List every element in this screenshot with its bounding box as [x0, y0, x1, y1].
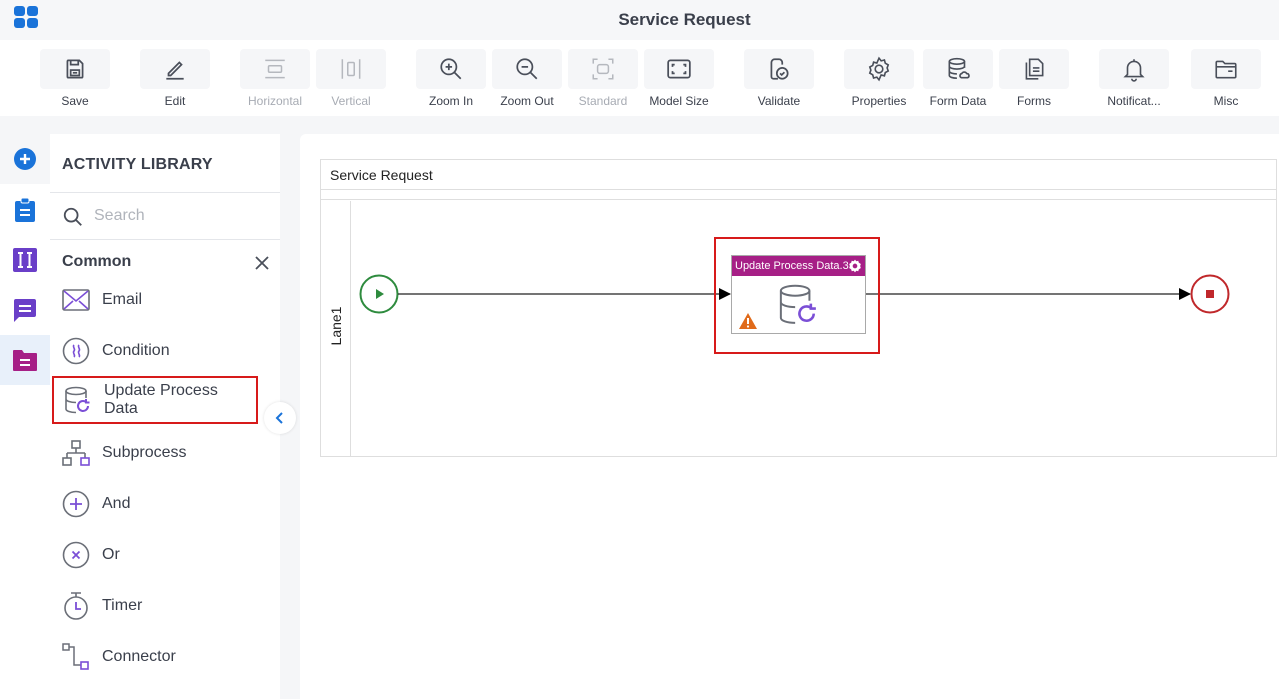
bell-icon [1123, 59, 1145, 82]
end-event[interactable] [1190, 274, 1230, 314]
horizontal-icon [265, 59, 285, 79]
vertical-label: Vertical [331, 94, 371, 108]
form-data-label: Form Data [929, 94, 987, 108]
page-title: Service Request [618, 10, 751, 29]
library-item-or[interactable]: Or [52, 531, 258, 579]
zoom-out-icon [516, 58, 538, 80]
forms-label: Forms [1017, 94, 1051, 108]
database-icon [948, 57, 970, 80]
zoom-out-label: Zoom Out [500, 94, 554, 108]
left-rail [0, 134, 50, 699]
connector-icon [62, 643, 89, 670]
toolbar: Save Edit Horizontal Vertical Zoom In Zo… [0, 40, 1279, 116]
notifications-label: Notificat... [1107, 94, 1161, 108]
validate-button[interactable]: Validate [743, 49, 815, 108]
properties-button[interactable]: Properties [843, 49, 915, 108]
rail-add-button[interactable] [0, 134, 50, 184]
comment-icon [14, 299, 36, 322]
email-icon [62, 289, 90, 311]
library-item-label: Timer [102, 597, 143, 614]
library-item-label: Email [102, 291, 143, 308]
search-icon [63, 207, 82, 226]
gear-icon [868, 56, 890, 82]
library-item-condition[interactable]: Condition [52, 327, 258, 375]
library-item-subprocess[interactable]: Subprocess [52, 429, 258, 477]
library-item-update-process-data[interactable]: Update Process Data [52, 376, 258, 424]
update-process-data-icon [65, 386, 90, 414]
lane-label: Lane1 [328, 306, 344, 346]
library-item-label: And [102, 495, 131, 512]
zoom-in-label: Zoom In [428, 94, 473, 108]
text-field-icon [13, 248, 37, 272]
add-circle-icon [14, 148, 36, 170]
library-item-label: Subprocess [102, 444, 187, 461]
properties-label: Properties [851, 94, 907, 108]
library-item-label: Or [102, 546, 120, 563]
misc-label: Misc [1213, 94, 1239, 108]
library-item-timer[interactable]: Timer [52, 582, 258, 630]
standard-icon [592, 58, 614, 80]
zoom-in-icon [440, 58, 462, 80]
library-item-email[interactable]: Email [52, 276, 258, 324]
clipboard-icon [15, 197, 35, 222]
activity-library-panel: ACTIVITY LIBRARY Common Email Condition … [50, 134, 280, 699]
search-input[interactable] [94, 204, 264, 228]
lane-header[interactable]: Lane1 [321, 201, 351, 457]
chevron-left-icon [275, 412, 283, 424]
library-item-connector[interactable]: Connector [52, 633, 258, 681]
vertical-icon [341, 59, 361, 79]
misc-button[interactable]: Misc [1190, 49, 1262, 108]
or-gateway-icon [62, 541, 90, 569]
standard-label: Standard [578, 94, 628, 108]
edit-button[interactable]: Edit [139, 49, 211, 108]
timer-icon [64, 592, 88, 620]
library-item-label: Condition [102, 342, 170, 359]
horizontal-button[interactable]: Horizontal [239, 49, 311, 108]
validate-icon [770, 58, 789, 80]
divider [50, 239, 280, 240]
edit-label: Edit [164, 94, 186, 108]
rail-clipboard-button[interactable] [0, 185, 50, 235]
forms-icon [1025, 58, 1044, 80]
folder-icon [1215, 60, 1237, 79]
form-data-button[interactable]: Form Data [922, 49, 994, 108]
stop-icon [1206, 290, 1214, 298]
start-event[interactable] [359, 274, 399, 314]
standard-button[interactable]: Standard [567, 49, 639, 108]
library-item-label: Connector [102, 648, 176, 665]
save-icon [66, 59, 84, 79]
library-item-and[interactable]: And [52, 480, 258, 528]
condition-icon [62, 337, 90, 365]
zoom-out-button[interactable]: Zoom Out [491, 49, 563, 108]
pool-title: Service Request [321, 160, 1276, 190]
model-size-button[interactable]: Model Size [643, 49, 715, 108]
library-item-label: Update Process Data [103, 382, 218, 417]
model-size-icon [667, 59, 691, 79]
task-highlight-box [714, 237, 880, 354]
pool-separator [321, 191, 1276, 200]
notifications-button[interactable]: Notificat... [1098, 49, 1170, 108]
vertical-button[interactable]: Vertical [315, 49, 387, 108]
subprocess-icon [62, 440, 90, 466]
folder-doc-icon [13, 350, 37, 371]
collapse-panel-button[interactable] [264, 402, 296, 434]
model-size-label: Model Size [649, 94, 709, 108]
forms-button[interactable]: Forms [998, 49, 1070, 108]
divider [50, 192, 280, 193]
close-icon[interactable] [253, 254, 271, 272]
rail-text-field-button[interactable] [0, 235, 50, 285]
validate-label: Validate [757, 94, 801, 108]
rail-comment-button[interactable] [0, 285, 50, 335]
save-button[interactable]: Save [39, 49, 111, 108]
and-gateway-icon [62, 490, 90, 518]
edit-icon [166, 61, 184, 80]
category-title: Common [62, 253, 132, 270]
activity-library-title: ACTIVITY LIBRARY [62, 156, 213, 173]
rail-folder-doc-button[interactable] [0, 335, 50, 385]
horizontal-label: Horizontal [247, 94, 303, 108]
title-bar: Service Request [0, 0, 1279, 40]
save-label: Save [61, 94, 89, 108]
search-bar [50, 194, 280, 238]
zoom-in-button[interactable]: Zoom In [415, 49, 487, 108]
